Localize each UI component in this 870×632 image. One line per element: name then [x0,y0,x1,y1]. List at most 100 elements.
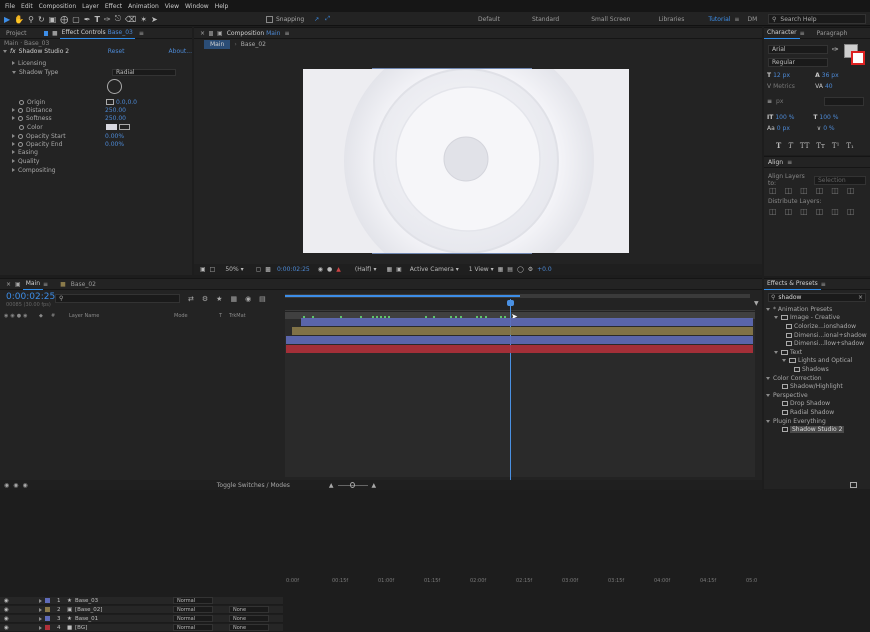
menu-layer[interactable]: Layer [79,3,102,10]
baseline-shift-value[interactable]: 0 px [777,125,817,132]
keyframe-marker[interactable] [372,316,374,318]
layer-name[interactable]: Base_01 [75,616,173,622]
panel-menu-icon[interactable]: ≡ [284,30,289,37]
close-icon[interactable]: × [6,281,11,288]
expand-icon[interactable] [12,116,15,120]
tab-character[interactable]: Character [764,27,800,39]
tree-item-selected[interactable]: Shadow Studio 2 [766,425,868,434]
tab-effect-controls[interactable]: Effect Controls Base_03 [59,27,135,39]
menu-animation[interactable]: Animation [125,3,162,10]
keyframe-marker[interactable] [480,316,482,318]
layer-name[interactable]: Base_03 [75,598,173,604]
expand-icon[interactable] [39,625,42,630]
fx-icon[interactable]: fx [10,48,16,55]
workspace-small-screen[interactable]: Small Screen [591,16,630,23]
keyframe-marker[interactable] [312,316,314,318]
eyedropper-icon[interactable] [119,124,130,130]
search-help[interactable]: ⚲ Search Help [768,14,866,24]
column-layer-name[interactable]: Layer Name [69,313,174,319]
rotate-tool-icon[interactable]: ↻ [38,15,45,24]
snapping-toggle[interactable]: Snapping ↗ ⤢ [266,14,330,24]
current-time[interactable]: 0:00:02:25 [277,266,310,273]
trkmat-dropdown[interactable]: None [229,624,269,631]
stroke-type-dropdown[interactable] [824,97,865,106]
zoom-in-icon[interactable]: ▲ [372,482,377,489]
keyframe-marker[interactable] [388,316,390,318]
timeline-current-time[interactable]: 0:00:02:25 [6,292,55,302]
align-to-dropdown[interactable]: Selection [814,175,866,185]
in-out-icon[interactable]: ◉ [23,482,28,489]
close-icon[interactable]: × [200,30,205,37]
camera-tool-icon[interactable]: ▣ [49,15,57,24]
distribute-right-icon[interactable]: ◫ [847,207,855,216]
new-folder-icon[interactable] [850,482,857,488]
workspace-default[interactable]: Default [478,16,500,23]
playhead-handle[interactable] [507,300,514,306]
tree-item[interactable]: Plugin Everything [766,417,868,426]
layer-row[interactable]: ◉ 3 ★ Base_01 Normal None [0,615,283,623]
layer-row[interactable]: ◉ 1 ★ Base_03 Normal [0,597,283,605]
all-caps-icon[interactable]: TT [800,142,809,150]
color-swatch[interactable] [106,124,117,130]
workspace-standard[interactable]: Standard [532,16,559,23]
label-color-swatch[interactable] [45,607,50,612]
tab-align[interactable]: Align [764,157,787,168]
column-t[interactable]: T [219,313,229,319]
small-caps-icon[interactable]: Tт [816,142,825,150]
time-ruler[interactable] [285,299,755,311]
view-3d-icon[interactable]: ▣ [396,266,402,273]
roi-icon[interactable]: □ [210,266,216,273]
snapping-checkbox[interactable] [266,15,273,23]
roto-brush-tool-icon[interactable]: ✶ [140,15,147,24]
distribute-vcenter-icon[interactable]: ◫ [785,207,793,216]
stopwatch-icon[interactable] [18,107,23,113]
visibility-eye-icon[interactable]: ◉ [4,607,12,613]
vertical-scale-value[interactable]: 100 % [775,114,813,121]
label-color-swatch[interactable] [45,625,50,630]
prop-quality[interactable]: Quality [12,158,39,166]
keyframe-marker[interactable] [500,316,502,318]
visibility-eye-icon[interactable]: ◉ [4,598,12,604]
tree-item[interactable]: Text [766,348,868,357]
tree-item[interactable]: Lights and Optical [766,357,868,366]
composition-mini-flowchart-icon[interactable]: ⇄ [188,295,194,303]
lock-icon[interactable] [44,30,48,36]
align-vcenter-icon[interactable]: ◫ [831,186,839,195]
layer-name[interactable]: [Base_02] [75,607,173,613]
layer-duration-bar[interactable] [301,318,753,326]
trkmat-dropdown[interactable]: None [229,606,269,613]
layer-duration-bar[interactable] [286,336,753,344]
shadow-type-dial-icon[interactable] [107,79,122,94]
visibility-eye-icon[interactable]: ◉ [4,625,12,631]
composition-navigator-icon[interactable]: ▼ [754,300,759,307]
keyframe-marker[interactable] [303,316,305,318]
panel-menu-icon[interactable]: ≡ [800,30,805,37]
visibility-eye-icon[interactable]: ◉ [4,616,12,622]
puppet-tool-icon[interactable]: ➤ [151,15,158,24]
composition-canvas[interactable] [303,69,629,253]
stopwatch-icon[interactable] [18,133,23,139]
prop-compositing[interactable]: Compositing [12,167,56,175]
clone-stamp-tool-icon[interactable]: ⎋ [115,14,121,24]
menu-file[interactable]: File [2,3,18,10]
layer-row[interactable]: ◉ 4 ■ [BG] Normal None [0,624,283,632]
pan-behind-tool-icon[interactable]: ⨁ [60,15,68,24]
tree-item[interactable]: Dimensi...llow+shadow [766,339,868,348]
selection-tool-icon[interactable]: ▶ [4,15,10,24]
menu-edit[interactable]: Edit [18,3,36,10]
expand-icon[interactable] [12,142,15,146]
brush-tool-icon[interactable]: ✑ [104,15,111,24]
tsume-value[interactable]: 0 % [823,125,834,132]
distribute-top-icon[interactable]: ◫ [769,207,777,216]
tree-item[interactable]: Dimensi...ional+shadow [766,331,868,340]
align-top-icon[interactable]: ◫ [816,186,824,195]
timeline-search[interactable]: ⚲ [55,294,180,303]
tree-item[interactable]: Colorize...ionshadow [766,322,868,331]
align-left-icon[interactable]: ◫ [769,186,777,195]
crumb-main[interactable]: Main [204,39,231,49]
always-preview-icon[interactable]: ▣ [200,266,206,273]
exposure-value[interactable]: +0.0 [537,266,552,273]
reset-exposure-icon[interactable]: ⚙ [528,266,533,273]
zoom-slider-thumb[interactable] [349,481,355,488]
distribute-hcenter-icon[interactable]: ◫ [831,207,839,216]
